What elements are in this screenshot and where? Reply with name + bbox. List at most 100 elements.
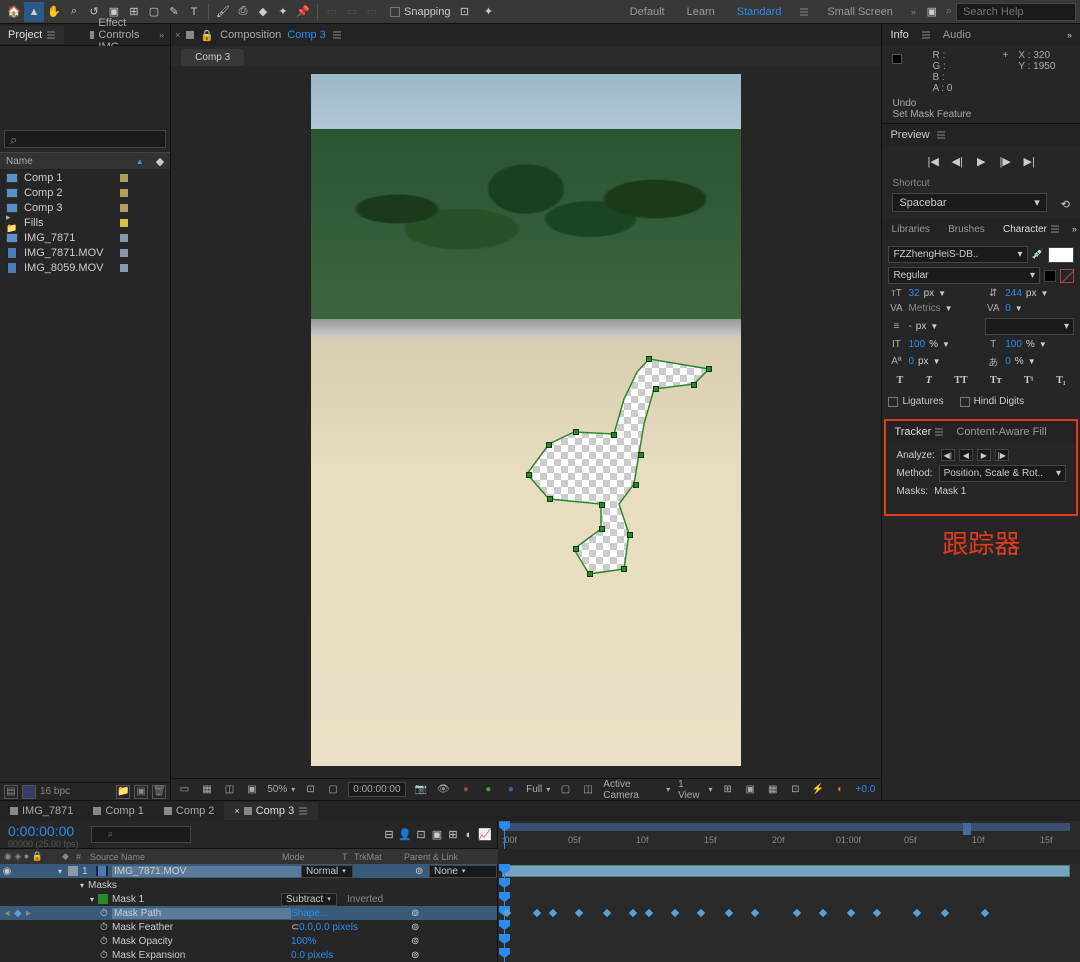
snapshot-icon[interactable]: 📷	[414, 783, 429, 797]
zoom-dropdown[interactable]: 50%	[267, 784, 295, 795]
reset-icon[interactable]: ⟲	[1061, 198, 1070, 211]
label-swatch[interactable]	[120, 219, 128, 227]
project-tab[interactable]: Project	[0, 26, 64, 44]
resolution-dropdown[interactable]: Full	[526, 784, 550, 795]
comp-tab-name[interactable]: Comp 3	[287, 29, 326, 41]
mask-row[interactable]: ▾ Mask 1 Subtract Inverted	[0, 892, 1080, 906]
kf-diamond-icon[interactable]: ◆	[14, 908, 26, 919]
audio-tab[interactable]: Audio	[943, 29, 971, 41]
label-swatch[interactable]	[120, 204, 128, 212]
overflow-icon[interactable]: »	[1067, 30, 1072, 40]
last-frame-icon[interactable]: ▶|	[1022, 154, 1036, 168]
keyframe[interactable]	[819, 909, 827, 917]
mask-vertex[interactable]	[587, 571, 593, 577]
kerning-value[interactable]: Metrics	[908, 303, 940, 314]
smallcaps-icon[interactable]: Tᴛ	[990, 375, 1002, 386]
font-dropdown[interactable]: FZZhengHeiS-DB..▾	[888, 246, 1027, 263]
keyframe[interactable]	[725, 909, 733, 917]
prop-name[interactable]: Mask Path	[112, 908, 291, 919]
tsume-value[interactable]: 0	[1005, 356, 1011, 367]
viewer-canvas[interactable]	[311, 74, 741, 766]
mask-vertex[interactable]	[646, 356, 652, 362]
exposure-value[interactable]: +0.0	[856, 784, 876, 795]
parent-dropdown[interactable]: None	[429, 865, 497, 878]
vf-icon-d[interactable]: ⊡	[788, 783, 803, 797]
analyze-back-1-icon[interactable]: ◀|	[941, 449, 955, 461]
mask-vis-icon[interactable]: ▣	[245, 783, 260, 797]
italic-icon[interactable]: T	[926, 375, 932, 386]
resolution-icon[interactable]: ⊡	[303, 783, 318, 797]
stopwatch-icon[interactable]: ⏱	[100, 922, 112, 933]
tl-tab[interactable]: Comp 2	[154, 802, 225, 820]
project-item[interactable]: IMG_8059.MOV	[0, 260, 170, 275]
inverted-label[interactable]: Inverted	[347, 894, 417, 905]
current-time-indicator[interactable]	[504, 821, 505, 849]
mask-vertex[interactable]	[653, 386, 659, 392]
panel-menu-icon[interactable]	[46, 30, 56, 40]
fast-preview-icon[interactable]: ⚡	[811, 783, 826, 797]
mask-vertex[interactable]	[691, 382, 697, 388]
timeline-timecode[interactable]: 0:00:00:00	[0, 821, 87, 839]
channel-r-icon[interactable]: ●	[459, 783, 474, 797]
first-frame-icon[interactable]: |◀	[926, 154, 940, 168]
font-style-dropdown[interactable]: Regular▾	[888, 267, 1040, 284]
keyframe[interactable]	[575, 909, 583, 917]
tracker-tab[interactable]: Tracker	[894, 426, 944, 438]
frame-blend-icon[interactable]: ⊞	[447, 829, 459, 841]
toggle-icon-2[interactable]: ◫	[581, 783, 596, 797]
hindi-checkbox[interactable]	[960, 397, 970, 407]
mask-vertex[interactable]	[627, 532, 633, 538]
info-tab[interactable]: Info	[890, 29, 908, 41]
tl-icon-b[interactable]: ▣	[431, 829, 443, 841]
brush-tool-icon[interactable]: 🖌	[213, 2, 233, 22]
keyframe[interactable]	[549, 909, 557, 917]
work-area-end[interactable]	[963, 823, 971, 835]
tl-tab[interactable]: Comp 1	[83, 802, 154, 820]
view-dropdown[interactable]: 1 View	[678, 779, 712, 801]
tracking-value[interactable]: 0	[1005, 303, 1011, 314]
ligatures-checkbox[interactable]	[888, 397, 898, 407]
vf-icon-a[interactable]: ⊞	[720, 783, 735, 797]
layer-label[interactable]	[68, 866, 78, 876]
grid-icon[interactable]: ▦	[200, 783, 215, 797]
name-column-header[interactable]: Name	[6, 156, 136, 167]
pickwhip-icon[interactable]: ⊚	[415, 866, 429, 877]
zoom-tool-icon[interactable]: ⌕	[64, 2, 84, 22]
stroke-color[interactable]	[1044, 270, 1056, 282]
keyframe[interactable]	[793, 909, 801, 917]
fill-color[interactable]	[1048, 247, 1074, 263]
composition-viewer[interactable]	[171, 66, 881, 778]
timeline-search-input[interactable]	[91, 826, 191, 843]
twirl-icon[interactable]: ▾	[58, 867, 68, 876]
panel-menu-icon[interactable]	[332, 30, 342, 40]
twirl-icon[interactable]: ▾	[80, 881, 84, 890]
new-comp-icon[interactable]: ▣	[134, 785, 148, 799]
search-help-input[interactable]	[956, 3, 1076, 21]
trash-icon[interactable]: 🗑	[152, 785, 166, 799]
text-tool-icon[interactable]: T	[184, 2, 204, 22]
keyframe[interactable]	[873, 909, 881, 917]
panel-menu-icon[interactable]	[1050, 224, 1060, 234]
baseline-value[interactable]: 0	[908, 356, 914, 367]
workspace-default[interactable]: Default	[626, 2, 669, 22]
keyframe[interactable]	[847, 909, 855, 917]
interpret-icon[interactable]: ▤	[4, 785, 18, 799]
mask-vertex[interactable]	[611, 432, 617, 438]
keyframe[interactable]	[751, 909, 759, 917]
bpc-label[interactable]: 16 bpc	[40, 786, 70, 797]
home-icon[interactable]: 🏠	[4, 2, 24, 22]
roi-icon[interactable]: ▢	[326, 783, 341, 797]
tl-tab-active[interactable]: ×Comp 3	[224, 802, 318, 820]
mask-vertex[interactable]	[706, 366, 712, 372]
tl-toggle-icon[interactable]: ⊟	[383, 829, 395, 841]
stroke-style-dropdown[interactable]: ▾	[985, 318, 1074, 335]
label-swatch[interactable]	[120, 189, 128, 197]
video-toggle-icon[interactable]: ◉	[0, 866, 14, 877]
new-folder-icon[interactable]: 📁	[116, 785, 130, 799]
subscript-icon[interactable]: T₁	[1056, 375, 1066, 386]
channel-b-icon[interactable]: ●	[504, 783, 519, 797]
vf-icon-b[interactable]: ▣	[743, 783, 758, 797]
preview-title[interactable]: Preview	[890, 129, 929, 141]
channel-g-icon[interactable]: ●	[481, 783, 496, 797]
snapping-checkbox[interactable]	[390, 7, 400, 17]
